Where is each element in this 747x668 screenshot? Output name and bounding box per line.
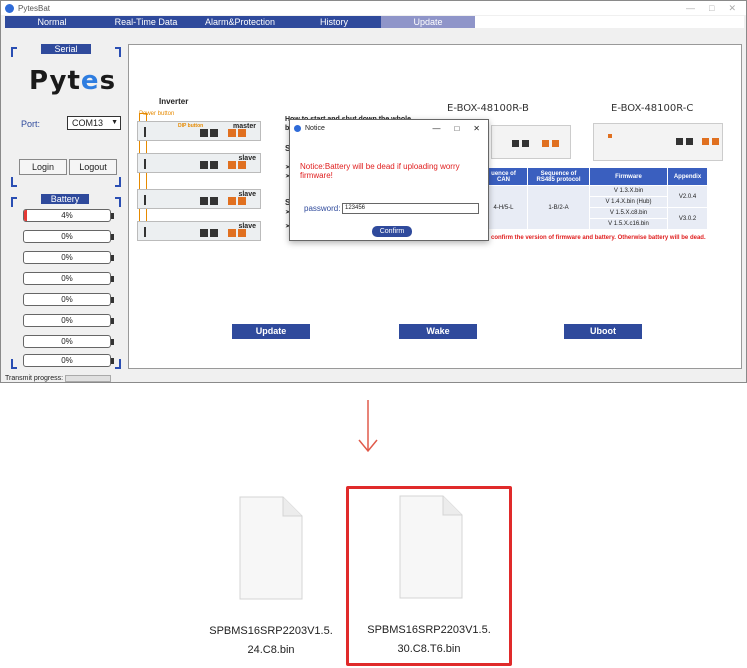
- firmware-table: uence of CAN Sequence of RS485 protocol …: [479, 167, 708, 230]
- battery-row: 0%: [23, 251, 114, 264]
- tab-update[interactable]: Update: [381, 16, 475, 28]
- battery-unit-slave: slave: [137, 189, 261, 209]
- inverter-label: Inverter: [159, 97, 189, 106]
- password-label: password:: [304, 204, 341, 213]
- tab-normal[interactable]: Normal: [5, 16, 99, 28]
- transmit-progress-bar: [65, 374, 112, 382]
- app-icon: [5, 3, 14, 13]
- tab-history[interactable]: History: [287, 16, 381, 28]
- app-window: PytesBat — □ ✕ Normal Real-Time Data Ala…: [0, 0, 747, 383]
- down-arrow-icon: [358, 400, 378, 453]
- dialog-warning: Notice:Battery will be dead if uploading…: [300, 162, 460, 180]
- dialog-title-bar: Notice — □ ✕: [290, 120, 488, 136]
- ebox-c-image: [593, 123, 723, 161]
- port-label: Port:: [21, 119, 41, 129]
- tab-real-time-data[interactable]: Real-Time Data: [99, 16, 193, 28]
- battery-row: 0%: [23, 314, 114, 327]
- maximize-icon[interactable]: □: [454, 124, 459, 133]
- minimize-icon[interactable]: —: [432, 124, 440, 133]
- confirm-button[interactable]: Confirm: [372, 226, 412, 237]
- pytes-logo: Pytes: [29, 66, 117, 96]
- tab-alarm-protection[interactable]: Alarm&Protection: [193, 16, 287, 28]
- serial-panel: Serial Pytes Port: COM13 ▼ Login Logout: [11, 44, 121, 187]
- ebox-c-title: E-BOX-48100R-C: [611, 103, 694, 114]
- battery-row: 0%: [23, 293, 114, 306]
- window-title: PytesBat: [18, 3, 51, 13]
- battery-unit-master: DIP button master: [137, 121, 261, 141]
- window-controls: — □ ✕: [686, 3, 746, 14]
- battery-panel: Battery 4% 0% 0% 0% 0% 0% 0% 0%: [11, 194, 121, 369]
- ebox-b-image: [491, 125, 571, 159]
- status-bar: Transmit progress:: [5, 374, 744, 382]
- battery-row: 0%: [23, 354, 114, 367]
- file-name: SPBMS16SRP2203V1.5. 30.C8.T6.bin: [349, 621, 509, 659]
- logout-button[interactable]: Logout: [69, 159, 117, 175]
- battery-row: 0%: [23, 230, 114, 243]
- serial-header: Serial: [41, 44, 91, 54]
- login-button[interactable]: Login: [19, 159, 67, 175]
- battery-row: 0%: [23, 272, 114, 285]
- battery-unit-slave: slave: [137, 153, 261, 173]
- file-name: SPBMS16SRP2203V1.5. 24.C8.bin: [209, 625, 333, 656]
- title-bar: PytesBat — □ ✕: [1, 1, 746, 15]
- file-item[interactable]: SPBMS16SRP2203V1.5. 24.C8.bin: [196, 488, 346, 663]
- tab-bar: Normal Real-Time Data Alarm&Protection H…: [5, 16, 744, 42]
- wake-button[interactable]: Wake: [399, 324, 477, 339]
- progress-label: Transmit progress:: [5, 374, 64, 382]
- close-icon[interactable]: ✕: [728, 3, 736, 14]
- minimize-icon[interactable]: —: [686, 3, 695, 14]
- file-icon: [239, 496, 303, 600]
- notice-dialog: Notice — □ ✕ Notice:Battery will be dead…: [289, 119, 489, 241]
- battery-unit-slave: slave: [137, 221, 261, 241]
- dialog-title: Notice: [305, 124, 325, 132]
- uboot-button[interactable]: Uboot: [564, 324, 642, 339]
- file-icon: [399, 495, 463, 599]
- close-icon[interactable]: ✕: [473, 124, 480, 133]
- password-input[interactable]: 123456: [342, 203, 479, 214]
- battery-row: 4%: [23, 209, 114, 222]
- file-item-selected[interactable]: SPBMS16SRP2203V1.5. 30.C8.T6.bin: [346, 486, 512, 666]
- app-icon: [294, 124, 301, 132]
- update-button[interactable]: Update: [232, 324, 310, 339]
- chevron-down-icon: ▼: [111, 119, 118, 126]
- firmware-warning: confirm the version of firmware and batt…: [491, 235, 706, 241]
- battery-row: 0%: [23, 335, 114, 348]
- port-select[interactable]: COM13 ▼: [67, 116, 121, 130]
- battery-header: Battery: [41, 194, 89, 204]
- maximize-icon[interactable]: □: [709, 3, 714, 14]
- ebox-b-title: E-BOX-48100R-B: [447, 103, 529, 114]
